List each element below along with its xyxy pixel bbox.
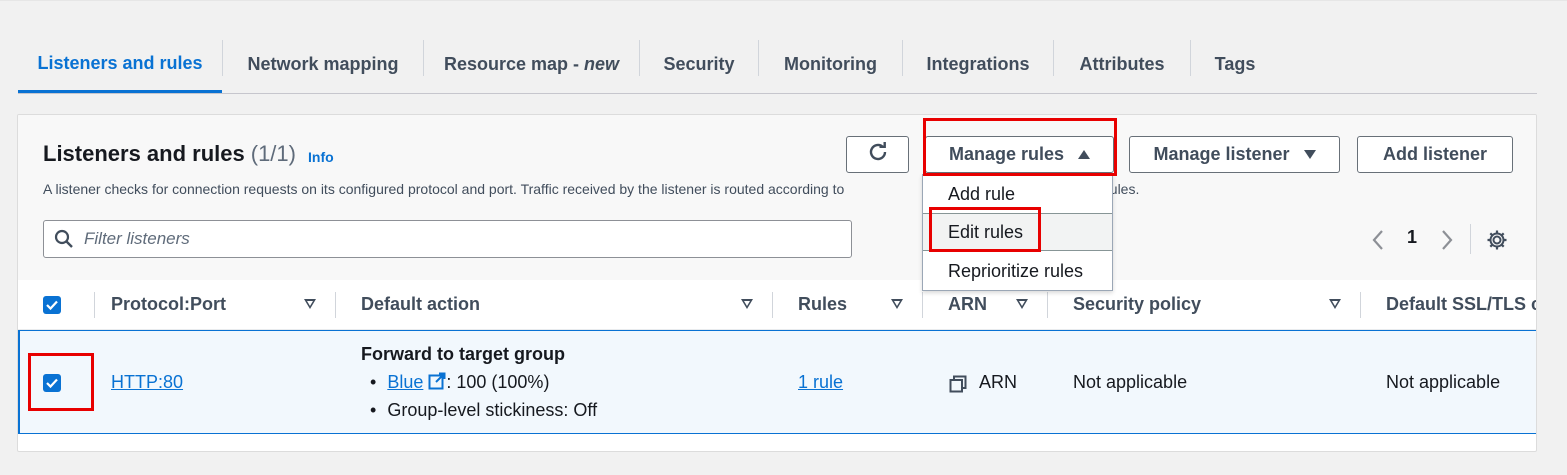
bullet: • bbox=[370, 400, 377, 420]
prev-page-icon[interactable] bbox=[1370, 229, 1386, 256]
tab-label: Attributes bbox=[1079, 54, 1165, 74]
external-link-icon[interactable] bbox=[428, 372, 446, 395]
tab-bar: Listeners and rules Network mapping Reso… bbox=[18, 36, 1537, 94]
select-all-checkbox[interactable] bbox=[43, 296, 61, 314]
tab-label: Network mapping bbox=[247, 54, 399, 74]
column-divider bbox=[1047, 292, 1048, 318]
column-header-default-action[interactable]: Default action bbox=[361, 280, 480, 329]
tab-label: Listeners and rules bbox=[37, 52, 203, 73]
listener-link[interactable]: HTTP:80 bbox=[111, 372, 183, 393]
row-selected-indicator bbox=[18, 331, 20, 433]
column-divider bbox=[1360, 292, 1361, 318]
highlight-box-row-checkbox bbox=[28, 353, 94, 411]
add-listener-label: Add listener bbox=[1382, 144, 1488, 164]
search-placeholder: Filter listeners bbox=[84, 229, 190, 248]
copy-icon[interactable] bbox=[949, 375, 967, 398]
column-divider bbox=[772, 292, 773, 318]
highlight-box-manage-rules bbox=[923, 118, 1117, 176]
add-listener-button[interactable]: Add listener bbox=[1357, 136, 1513, 173]
tab-attributes[interactable]: Attributes bbox=[1054, 36, 1190, 93]
stickiness-line: • Group-level stickiness: Off bbox=[370, 400, 597, 421]
column-header-ssl-certificate[interactable]: Default SSL/TLS certificate bbox=[1386, 280, 1536, 329]
manage-listener-label: Manage listener bbox=[1153, 144, 1290, 164]
highlight-box-edit-rules bbox=[929, 207, 1041, 252]
arn-text: ARN bbox=[979, 372, 1018, 392]
next-page-icon[interactable] bbox=[1439, 229, 1455, 256]
tab-label: Resource map - bbox=[443, 54, 585, 74]
pager-divider bbox=[1470, 224, 1471, 254]
info-link[interactable]: Info bbox=[308, 149, 334, 165]
caret-down-icon bbox=[1303, 150, 1316, 159]
refresh-button[interactable] bbox=[846, 136, 909, 173]
settings-gear-icon[interactable] bbox=[1486, 229, 1508, 256]
search-icon bbox=[54, 229, 74, 249]
tab-tags[interactable]: Tags bbox=[1191, 36, 1279, 93]
sort-icon[interactable] bbox=[891, 299, 903, 309]
menu-item-reprioritize-rules[interactable]: Reprioritize rules bbox=[923, 252, 1112, 290]
column-divider bbox=[922, 292, 923, 318]
page-title: Listeners and rules (1/1) bbox=[43, 141, 296, 167]
tab-label: Tags bbox=[1214, 54, 1256, 74]
description-text: A listener checks for connection request… bbox=[43, 181, 845, 197]
tab-integrations[interactable]: Integrations bbox=[903, 36, 1053, 93]
tab-label: Security bbox=[663, 54, 735, 74]
tab-security[interactable]: Security bbox=[640, 36, 758, 93]
column-header-protocol-port[interactable]: Protocol:Port bbox=[111, 280, 226, 329]
tab-label: Monitoring bbox=[784, 54, 877, 74]
tab-listeners-and-rules[interactable]: Listeners and rules bbox=[18, 36, 222, 93]
sort-icon[interactable] bbox=[1016, 299, 1028, 309]
title-text: Listeners and rules bbox=[43, 141, 245, 166]
sort-icon[interactable] bbox=[741, 299, 753, 309]
column-divider bbox=[94, 292, 95, 318]
top-divider bbox=[0, 0, 1567, 1]
column-header-rules[interactable]: Rules bbox=[798, 280, 847, 329]
listeners-panel: Listeners and rules (1/1) Info A listener… bbox=[17, 114, 1537, 452]
tab-monitoring[interactable]: Monitoring bbox=[759, 36, 902, 93]
manage-listener-button[interactable]: Manage listener bbox=[1129, 136, 1340, 173]
table-row[interactable]: HTTP:80 Forward to target group • Blue :… bbox=[18, 330, 1536, 434]
sort-icon[interactable] bbox=[304, 299, 316, 309]
tab-network-mapping[interactable]: Network mapping bbox=[223, 36, 423, 93]
security-policy-value: Not applicable bbox=[1073, 372, 1188, 392]
refresh-icon bbox=[866, 140, 890, 169]
bullet: • bbox=[370, 372, 377, 392]
target-group-line: • Blue : 100 (100%) bbox=[370, 372, 549, 395]
stickiness-text: Group-level stickiness: Off bbox=[387, 400, 598, 420]
page-number[interactable]: 1 bbox=[1407, 227, 1417, 248]
target-weight: : 100 (100%) bbox=[446, 372, 550, 392]
tab-resource-map[interactable]: Resource map - new bbox=[424, 36, 639, 93]
ssl-certificate-value: Not applicable bbox=[1386, 372, 1501, 392]
tab-label-new: new bbox=[584, 54, 620, 74]
sort-icon[interactable] bbox=[1329, 299, 1341, 309]
rules-link[interactable]: 1 rule bbox=[798, 372, 843, 393]
filter-listeners-input[interactable]: Filter listeners bbox=[43, 220, 852, 258]
default-action-title: Forward to target group bbox=[361, 344, 565, 364]
listener-count: (1/1) bbox=[250, 141, 296, 166]
column-divider bbox=[335, 292, 336, 318]
tab-label: Integrations bbox=[926, 54, 1030, 74]
target-group-link[interactable]: Blue bbox=[387, 372, 423, 392]
table-header: Protocol:Port Default action Rules ARN S… bbox=[18, 280, 1536, 330]
